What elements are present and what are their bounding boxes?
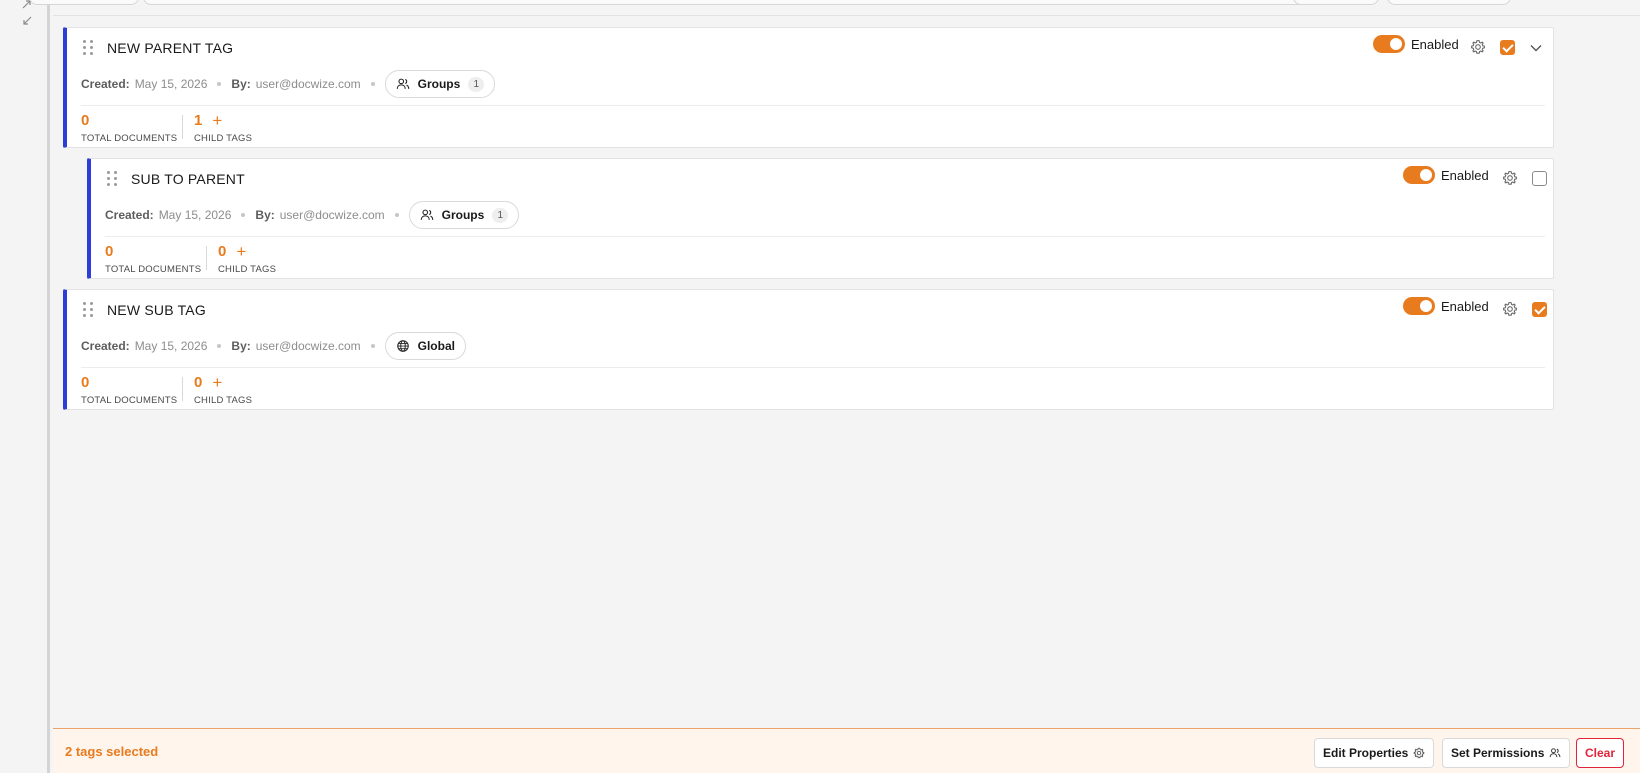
- total-documents-stat: 0 TOTAL DOCUMENTS: [81, 112, 177, 144]
- divider: [105, 236, 1545, 237]
- tag-card[interactable]: SUB TO PARENT Created: May 15, 2026 By: …: [87, 158, 1554, 279]
- scope-global-button[interactable]: Global: [384, 332, 466, 360]
- add-child-tag-icon[interactable]: +: [212, 374, 222, 392]
- created-date: May 15, 2026: [134, 77, 208, 91]
- child-tags-stat: 1 + CHILD TAGS: [194, 112, 253, 145]
- scope-label: Global: [417, 339, 455, 353]
- tag-name: NEW PARENT TAG: [107, 40, 234, 56]
- toolbar-button[interactable]: [1293, 0, 1379, 5]
- tag-name: NEW SUB TAG: [107, 302, 206, 318]
- separator-dot: [217, 82, 222, 86]
- set-permissions-button[interactable]: Set Permissions: [1442, 738, 1571, 768]
- tag-card[interactable]: NEW PARENT TAG Created: May 15, 2026 By:…: [63, 27, 1554, 148]
- scope-label: Groups: [441, 208, 485, 222]
- scope-groups-button[interactable]: Groups 1: [408, 201, 520, 229]
- gear-icon: [1414, 747, 1425, 759]
- tag-meta: Created: May 15, 2026 By: user@docwize.c…: [105, 200, 520, 230]
- total-documents-label: TOTAL DOCUMENTS: [81, 133, 178, 144]
- created-date: May 15, 2026: [134, 339, 208, 353]
- child-tags-value: 1: [194, 112, 203, 129]
- separator-dot: [394, 213, 399, 217]
- gear-icon[interactable]: [1502, 170, 1518, 186]
- by-label: By:: [231, 77, 251, 91]
- expand-arrow-icon[interactable]: [20, 15, 34, 29]
- select-checkbox[interactable]: [1532, 171, 1547, 186]
- enabled-label: Enabled: [1441, 168, 1489, 183]
- chevron-down-icon[interactable]: [1529, 41, 1543, 55]
- enabled-toggle[interactable]: [1403, 297, 1435, 315]
- enabled-label: Enabled: [1411, 37, 1459, 52]
- drag-handle-icon[interactable]: [83, 40, 95, 56]
- stat-divider: [206, 246, 207, 270]
- selection-action-bar: 2 tags selected Edit Properties Set Perm…: [53, 728, 1640, 773]
- tag-card[interactable]: NEW SUB TAG Created: May 15, 2026 By: us…: [63, 289, 1554, 410]
- total-documents-value: 0: [105, 243, 114, 260]
- toolbar-strip: [29, 0, 1640, 16]
- search-field-edge[interactable]: [143, 0, 1329, 5]
- edit-properties-label: Edit Properties: [1323, 746, 1409, 760]
- total-documents-label: TOTAL DOCUMENTS: [81, 395, 178, 406]
- by-label: By:: [231, 339, 251, 353]
- stat-divider: [182, 377, 183, 401]
- enabled-toggle[interactable]: [1403, 166, 1435, 184]
- tag-meta: Created: May 15, 2026 By: user@docwize.c…: [81, 69, 496, 99]
- toolbar-button[interactable]: [1387, 0, 1511, 5]
- child-tags-stat: 0 + CHILD TAGS: [194, 374, 253, 407]
- scope-label: Groups: [417, 77, 461, 91]
- enabled-toggle[interactable]: [1373, 35, 1405, 53]
- tag-name: SUB TO PARENT: [131, 171, 245, 187]
- created-by: user@docwize.com: [255, 77, 361, 91]
- separator-dot: [370, 344, 375, 348]
- created-date: May 15, 2026: [158, 208, 232, 222]
- users-icon: [396, 78, 409, 89]
- tag-meta: Created: May 15, 2026 By: user@docwize.c…: [81, 331, 466, 361]
- created-label: Created:: [81, 339, 130, 353]
- add-child-tag-icon[interactable]: +: [212, 112, 222, 130]
- created-by: user@docwize.com: [255, 339, 361, 353]
- scope-count-badge: 1: [468, 76, 485, 92]
- scope-groups-button[interactable]: Groups 1: [384, 70, 496, 98]
- total-documents-stat: 0 TOTAL DOCUMENTS: [81, 374, 177, 406]
- by-label: By:: [255, 208, 275, 222]
- child-tags-value: 0: [194, 374, 203, 391]
- gear-icon[interactable]: [1502, 301, 1518, 317]
- child-tags-label: CHILD TAGS: [218, 264, 277, 275]
- separator-dot: [370, 82, 375, 86]
- divider: [81, 105, 1545, 106]
- total-documents-value: 0: [81, 112, 90, 129]
- child-tags-label: CHILD TAGS: [194, 133, 253, 144]
- total-documents-stat: 0 TOTAL DOCUMENTS: [105, 243, 201, 275]
- select-checkbox[interactable]: [1532, 302, 1547, 317]
- select-checkbox[interactable]: [1500, 40, 1515, 55]
- clear-button[interactable]: Clear: [1576, 738, 1625, 768]
- created-by: user@docwize.com: [279, 208, 385, 222]
- created-label: Created:: [81, 77, 130, 91]
- users-icon: [1550, 748, 1561, 758]
- enabled-label: Enabled: [1441, 299, 1489, 314]
- tag-list: NEW PARENT TAG Created: May 15, 2026 By:…: [53, 16, 1640, 728]
- globe-icon: [396, 340, 409, 352]
- scope-count-badge: 1: [492, 207, 509, 223]
- divider: [81, 367, 1545, 368]
- stat-divider: [182, 115, 183, 139]
- users-icon: [420, 209, 433, 220]
- edit-properties-button[interactable]: Edit Properties: [1314, 738, 1435, 768]
- set-permissions-label: Set Permissions: [1451, 746, 1545, 760]
- total-documents-value: 0: [81, 374, 90, 391]
- separator-dot: [241, 213, 246, 217]
- total-documents-label: TOTAL DOCUMENTS: [105, 264, 202, 275]
- separator-dot: [217, 344, 222, 348]
- created-label: Created:: [105, 208, 154, 222]
- child-tags-label: CHILD TAGS: [194, 395, 253, 406]
- drag-handle-icon[interactable]: [83, 302, 95, 318]
- selection-count: 2 tags selected: [65, 744, 159, 759]
- child-tags-stat: 0 + CHILD TAGS: [218, 243, 277, 276]
- toolbar-control[interactable]: [29, 0, 139, 5]
- left-rail: [0, 0, 50, 773]
- child-tags-value: 0: [218, 243, 227, 260]
- drag-handle-icon[interactable]: [107, 171, 119, 187]
- add-child-tag-icon[interactable]: +: [236, 243, 246, 261]
- gear-icon[interactable]: [1470, 39, 1486, 55]
